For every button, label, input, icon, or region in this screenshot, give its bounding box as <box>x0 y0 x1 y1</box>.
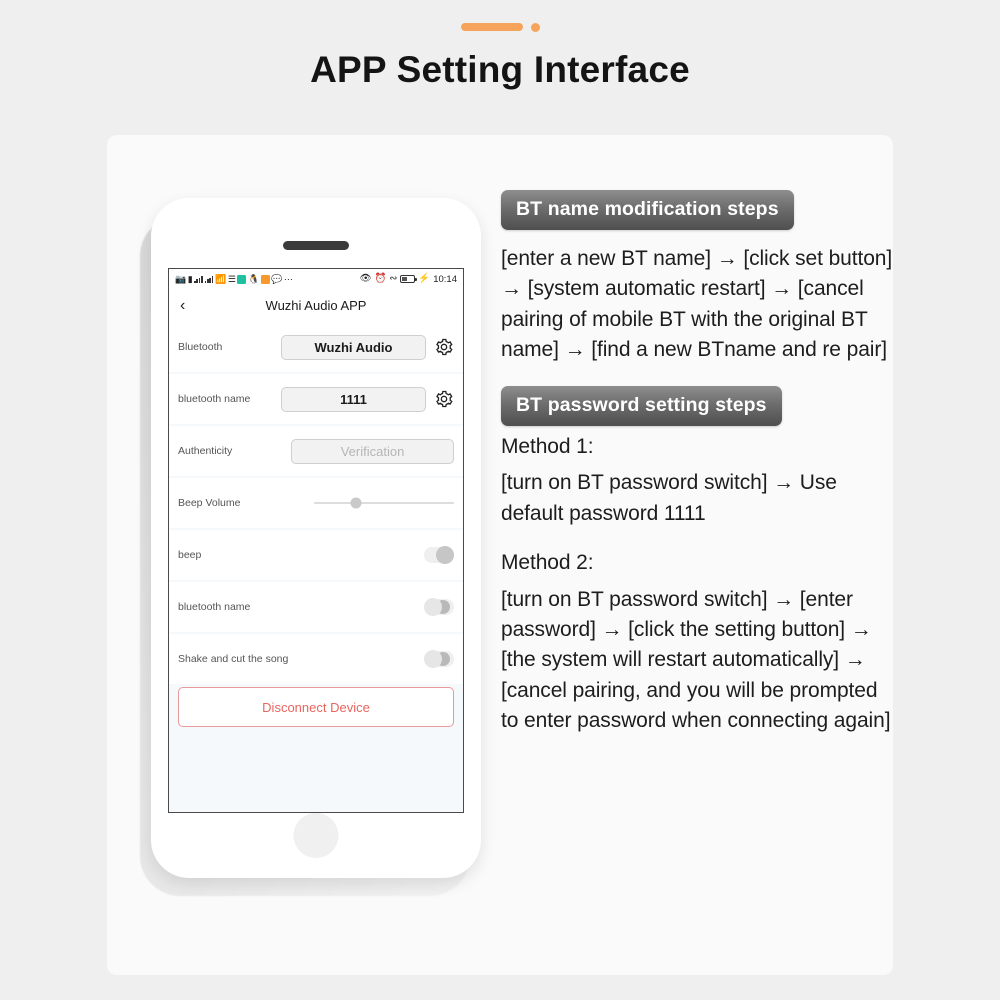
wifi-off-icon: ☰ <box>227 273 236 284</box>
beep-toggle[interactable] <box>424 546 454 564</box>
app-teal-icon <box>237 274 247 284</box>
phone-home-button[interactable] <box>293 813 339 858</box>
page-header: APP Setting Interface <box>0 0 1000 91</box>
toggle-knob <box>424 598 442 616</box>
chat-bubble-icon: 💬 <box>271 273 283 284</box>
bluetooth-name-input[interactable]: 1111 <box>281 386 426 412</box>
phone-screen: 📷 ▮ 📶 ☰ 🐧 💬 ⋯ 👁 ⏰ ∾ ⚡ 10:14 ‹ Wuzhi Audi… <box>168 268 464 813</box>
wifi-icon: 📶 <box>215 273 227 284</box>
battery-icon <box>400 275 417 283</box>
instructions-panel: BT name modification steps [enter a new … <box>501 190 893 737</box>
gear-icon[interactable] <box>434 389 454 409</box>
phone-body: 📷 ▮ 📶 ☰ 🐧 💬 ⋯ 👁 ⏰ ∾ ⚡ 10:14 ‹ Wuzhi Audi… <box>151 198 481 878</box>
settings-row-bluetooth[interactable]: Bluetooth Wuzhi Audio <box>169 322 463 372</box>
page-root: APP Setting Interface 📷 ▮ 📶 ☰ 🐧 💬 ⋯ 👁 ⏰ … <box>0 0 1000 1000</box>
method-spacer <box>501 529 893 542</box>
row-label: bluetooth name <box>178 601 251 613</box>
bt-name-steps-badge: BT name modification steps <box>501 190 794 230</box>
status-bar-right-icons: 👁 ⏰ ∾ ⚡ 10:14 <box>360 274 458 285</box>
content-card: 📷 ▮ 📶 ☰ 🐧 💬 ⋯ 👁 ⏰ ∾ ⚡ 10:14 ‹ Wuzhi Audi… <box>107 135 893 975</box>
method2-title: Method 2: <box>501 551 594 575</box>
settings-row-bt-password[interactable]: bluetooth name <box>169 582 463 632</box>
settings-row-shake-cut-song[interactable]: Shake and cut the song <box>169 634 463 684</box>
row-label: Shake and cut the song <box>178 653 289 665</box>
settings-row-beep-volume[interactable]: Beep Volume <box>169 478 463 528</box>
disconnect-device-button[interactable]: Disconnect Device <box>178 687 454 727</box>
accent-decoration <box>0 22 1000 32</box>
qq-penguin-icon: 🐧 <box>247 273 260 284</box>
battery-small-icon: ▮ <box>187 273 193 284</box>
signal-2-icon <box>204 275 214 283</box>
mail-icon <box>260 274 270 284</box>
slider-knob[interactable] <box>350 497 362 509</box>
status-bar-left-icons: 📷 ▮ 📶 ☰ 🐧 💬 ⋯ <box>175 273 293 284</box>
camera-icon: 📷 <box>175 273 187 284</box>
toggle-knob <box>436 546 454 564</box>
verification-input[interactable]: Verification <box>291 438 454 464</box>
eye-icon: 👁 <box>359 273 372 285</box>
bluetooth-value-field[interactable]: Wuzhi Audio <box>281 334 426 360</box>
row-label: Beep Volume <box>178 497 241 509</box>
app-bar: ‹ Wuzhi Audio APP <box>169 289 463 322</box>
alarm-icon: ⏰ <box>374 273 387 285</box>
status-bar: 📷 ▮ 📶 ☰ 🐧 💬 ⋯ 👁 ⏰ ∾ ⚡ 10:14 <box>169 269 463 289</box>
method2-body: [turn on BT password switch] → [enter pa… <box>501 587 891 733</box>
accent-bar <box>460 23 523 31</box>
back-icon[interactable]: ‹ <box>180 297 185 314</box>
beep-volume-slider[interactable] <box>314 493 454 513</box>
bt-password-steps-badge: BT password setting steps <box>501 385 782 426</box>
row-label: Authenticity <box>178 445 233 457</box>
shake-cut-song-toggle[interactable] <box>424 650 454 668</box>
bluetooth-icon: ∾ <box>389 273 398 285</box>
method1-title: Method 1: <box>501 434 594 458</box>
status-bar-time: 10:14 <box>433 273 457 285</box>
signal-1-icon <box>194 275 203 283</box>
settings-row-bluetooth-name[interactable]: bluetooth name 1111 <box>169 374 463 424</box>
bt-name-steps-body: [enter a new BT name] → [click set butto… <box>501 247 893 362</box>
slider-track <box>314 502 454 504</box>
accent-dot <box>530 22 540 32</box>
settings-list: Bluetooth Wuzhi Audio bluetooth name 111… <box>169 322 463 727</box>
phone-mockup: 📷 ▮ 📶 ☰ 🐧 💬 ⋯ 👁 ⏰ ∾ ⚡ 10:14 ‹ Wuzhi Audi… <box>140 198 490 898</box>
bluetooth-name-toggle[interactable] <box>424 598 454 616</box>
gear-icon[interactable] <box>434 337 454 357</box>
row-label: beep <box>178 549 202 561</box>
row-label: Bluetooth <box>178 341 223 353</box>
settings-row-authenticity[interactable]: Authenticity Verification <box>169 426 463 476</box>
more-icon: ⋯ <box>283 273 293 284</box>
settings-row-beep[interactable]: beep <box>169 530 463 580</box>
phone-speaker <box>283 241 349 250</box>
charging-bolt-icon: ⚡ <box>418 273 431 285</box>
page-title: APP Setting Interface <box>310 49 690 90</box>
method1-body: [turn on BT password switch] → Use defau… <box>501 471 837 525</box>
row-label: bluetooth name <box>178 393 251 405</box>
app-bar-title: Wuzhi Audio APP <box>265 298 367 313</box>
toggle-knob <box>424 650 442 668</box>
